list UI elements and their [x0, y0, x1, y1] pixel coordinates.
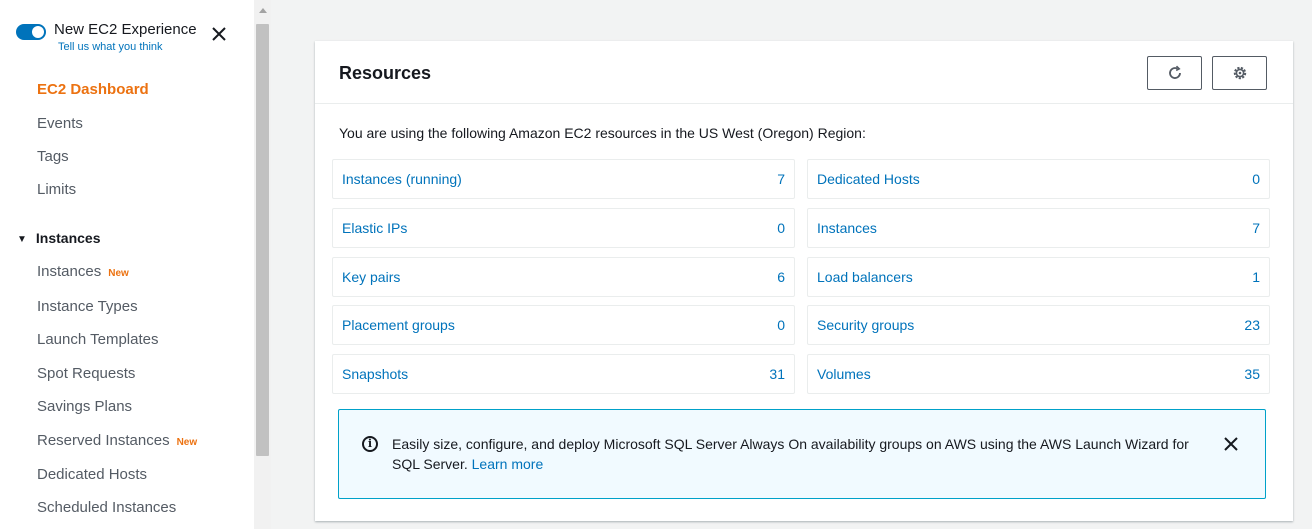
info-icon: i [362, 436, 378, 452]
resource-label: Volumes [817, 366, 871, 382]
refresh-button[interactable] [1147, 56, 1202, 90]
resource-volumes[interactable]: Volumes 35 [807, 354, 1270, 394]
resource-count: 0 [1252, 171, 1260, 187]
resource-label: Snapshots [342, 366, 409, 382]
resource-count: 31 [769, 366, 785, 382]
nav-dedicated-hosts[interactable]: Dedicated Hosts [37, 466, 147, 483]
feedback-link[interactable]: Tell us what you think [58, 41, 163, 53]
resource-count: 0 [777, 220, 785, 236]
nav-spot-requests[interactable]: Spot Requests [37, 365, 135, 382]
resource-label: Load balancers [817, 269, 913, 285]
resource-security-groups[interactable]: Security groups 23 [807, 305, 1270, 345]
caret-down-icon: ▼ [17, 234, 27, 245]
resource-count: 23 [1244, 317, 1260, 333]
resources-title: Resources [339, 63, 432, 83]
nav-savings-plans[interactable]: Savings Plans [37, 398, 132, 415]
sidebar-scrollbar[interactable] [254, 0, 271, 529]
new-experience-title: New EC2 Experience [54, 21, 197, 38]
nav-events[interactable]: Events [37, 115, 83, 132]
nav-instance-types[interactable]: Instance Types [37, 298, 138, 315]
learn-more-link[interactable]: Learn more [472, 456, 544, 472]
nav-ec2-dashboard[interactable]: EC2 Dashboard [37, 81, 149, 98]
close-icon[interactable] [1222, 435, 1240, 453]
resources-panel: Resources You are using the following Am… [315, 41, 1293, 521]
nav-section-label: Instances [35, 230, 101, 246]
scroll-up-arrow-icon[interactable] [254, 0, 271, 22]
info-alert: i Easily size, configure, and deploy Mic… [338, 409, 1266, 499]
resource-instances-running[interactable]: Instances (running) 7 [332, 159, 795, 199]
resource-count: 35 [1244, 366, 1260, 382]
refresh-icon [1169, 65, 1181, 79]
new-experience-header: New EC2 Experience Tell us what you thin… [16, 20, 246, 62]
resources-header: Resources [315, 41, 1293, 104]
resource-label: Key pairs [342, 269, 401, 285]
resource-snapshots[interactable]: Snapshots 31 [332, 354, 795, 394]
new-experience-toggle[interactable] [16, 24, 46, 40]
resource-count: 0 [777, 317, 785, 333]
resource-label: Placement groups [342, 317, 455, 333]
toggle-knob [32, 26, 44, 38]
resource-label: Elastic IPs [342, 220, 408, 236]
resource-dedicated-hosts[interactable]: Dedicated Hosts 0 [807, 159, 1270, 199]
resource-label: Instances (running) [342, 171, 462, 187]
resource-placement-groups[interactable]: Placement groups 0 [332, 305, 795, 345]
scroll-thumb[interactable] [256, 24, 269, 456]
resource-count: 1 [1252, 269, 1260, 285]
new-badge: New [176, 437, 198, 448]
resource-count: 6 [777, 269, 785, 285]
resources-intro: You are using the following Amazon EC2 r… [339, 125, 866, 141]
nav-instances[interactable]: Instances New [37, 263, 129, 280]
resource-label: Security groups [817, 317, 915, 333]
nav-tags[interactable]: Tags [37, 148, 69, 165]
resource-elastic-ips[interactable]: Elastic IPs 0 [332, 208, 795, 248]
nav-section-instances[interactable]: ▼ Instances [17, 230, 101, 246]
info-icon-glyph: i [367, 437, 373, 450]
gear-icon [1233, 66, 1247, 80]
nav-scheduled-instances[interactable]: Scheduled Instances [37, 499, 176, 516]
nav-limits[interactable]: Limits [37, 181, 76, 198]
info-text: Easily size, configure, and deploy Micro… [392, 434, 1192, 474]
resource-label: Dedicated Hosts [817, 171, 920, 187]
sidebar: New EC2 Experience Tell us what you thin… [0, 0, 254, 529]
resource-label: Instances [817, 220, 877, 236]
nav-item-label: Instances [37, 263, 102, 280]
resource-instances[interactable]: Instances 7 [807, 208, 1270, 248]
nav-item-label: Reserved Instances [37, 432, 170, 449]
resource-key-pairs[interactable]: Key pairs 6 [332, 257, 795, 297]
resource-count: 7 [1252, 220, 1260, 236]
nav-launch-templates[interactable]: Launch Templates [37, 331, 158, 348]
close-icon[interactable] [210, 25, 228, 43]
resource-load-balancers[interactable]: Load balancers 1 [807, 257, 1270, 297]
resource-count: 7 [777, 171, 785, 187]
nav-reserved-instances[interactable]: Reserved Instances New [37, 432, 197, 449]
new-badge: New [108, 268, 129, 279]
settings-button[interactable] [1212, 56, 1267, 90]
